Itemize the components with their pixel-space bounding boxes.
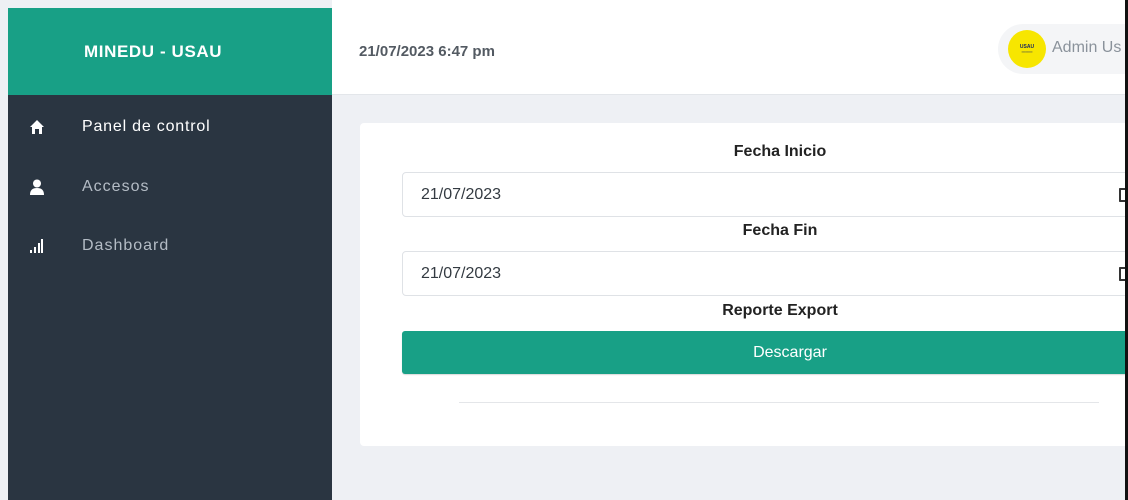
avatar: USAU ━━━━━━ <box>1008 30 1046 68</box>
sidebar: MINEDU - USAU Panel de control Accesos D… <box>8 8 332 500</box>
sidebar-item-label: Dashboard <box>82 237 170 254</box>
user-name: Admin Us <box>1052 39 1122 56</box>
sidebar-item-dashboard[interactable]: Dashboard <box>8 226 332 266</box>
app-root: MINEDU - USAU Panel de control Accesos D… <box>0 0 1128 500</box>
home-icon <box>27 117 47 137</box>
end-date-input[interactable]: 21/07/2023 <box>402 251 1128 296</box>
divider <box>459 402 1099 403</box>
end-date-value: 21/07/2023 <box>421 265 502 282</box>
sidebar-item-label: Panel de control <box>82 118 211 135</box>
datetime-display: 21/07/2023 6:47 pm <box>359 43 495 60</box>
sidebar-item-panel-de-control[interactable]: Panel de control <box>8 107 332 147</box>
start-date-label: Fecha Inicio <box>733 143 827 160</box>
signal-bars-icon <box>27 236 47 256</box>
end-date-label: Fecha Fin <box>742 222 818 239</box>
download-button-label: Descargar <box>753 343 827 361</box>
sidebar-item-label: Accesos <box>82 178 150 195</box>
sidebar-item-accesos[interactable]: Accesos <box>8 167 332 207</box>
brand-title: MINEDU - USAU <box>84 41 223 61</box>
export-label: Reporte Export <box>722 302 838 319</box>
download-button[interactable]: Descargar <box>402 331 1128 374</box>
user-menu[interactable]: USAU ━━━━━━ Admin Us <box>998 24 1128 74</box>
start-date-value: 21/07/2023 <box>421 186 502 203</box>
top-strip <box>332 0 1128 8</box>
avatar-logo-line: ━━━━━━ <box>1021 50 1033 54</box>
brand-header[interactable]: MINEDU - USAU <box>8 8 332 95</box>
topbar: 21/07/2023 6:47 pm USAU ━━━━━━ Admin Us <box>332 8 1128 95</box>
start-date-input[interactable]: 21/07/2023 <box>402 172 1128 217</box>
user-icon <box>27 177 47 197</box>
